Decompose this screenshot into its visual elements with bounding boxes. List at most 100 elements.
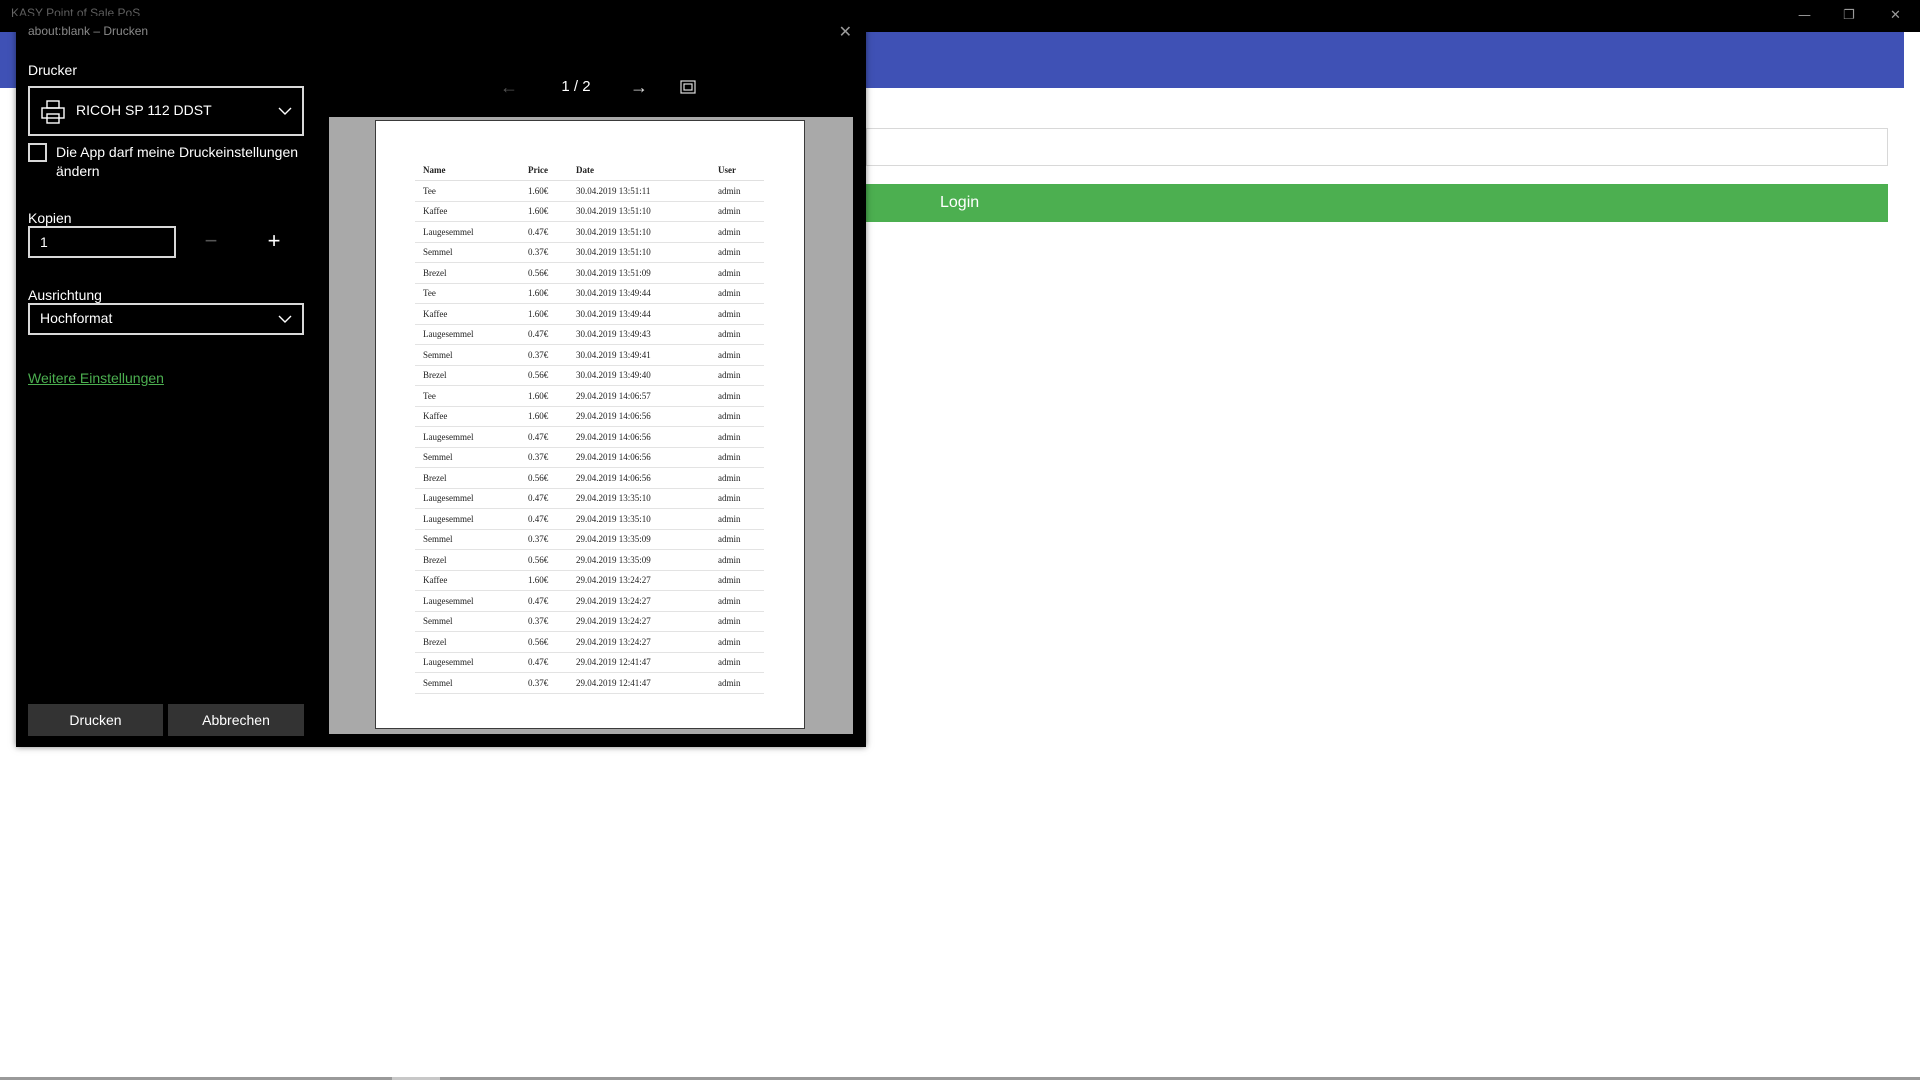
table-row: Semmel 0.37€ 29.04.2019 14:06:56 admin xyxy=(415,447,764,468)
table-cell: admin xyxy=(710,672,764,694)
table-cell: Kaffee xyxy=(415,570,520,591)
page-indicator: 1 / 2 xyxy=(561,78,591,95)
table-cell: 30.04.2019 13:51:11 xyxy=(568,180,710,202)
table-cell: 1.60€ xyxy=(520,303,568,325)
print-button[interactable]: Drucken xyxy=(28,704,163,736)
table-cell: Brezel xyxy=(415,549,520,571)
table-cell: 30.04.2019 13:49:44 xyxy=(568,283,710,304)
table-cell: 29.04.2019 13:24:27 xyxy=(568,590,710,612)
table-cell: admin xyxy=(710,262,764,284)
table-cell: admin xyxy=(710,221,764,243)
preview-page: Name Price Date User Tee 1.60€ 30.04.2019 … xyxy=(375,120,805,729)
table-cell: admin xyxy=(710,611,764,632)
allow-settings-checkbox[interactable] xyxy=(28,143,47,162)
table-cell: 0.47€ xyxy=(520,221,568,243)
table-row: Laugesemmel 0.47€ 29.04.2019 13:35:10 admin xyxy=(415,488,764,509)
table-cell: admin xyxy=(710,180,764,202)
table-cell: 30.04.2019 13:49:40 xyxy=(568,365,710,386)
table-row: Brezel 0.56€ 29.04.2019 14:06:56 admin xyxy=(415,467,764,489)
table-row: Brezel 0.56€ 30.04.2019 13:49:40 admin xyxy=(415,365,764,386)
table-row: Semmel 0.37€ 29.04.2019 13:35:09 admin xyxy=(415,529,764,550)
table-cell: Brezel xyxy=(415,631,520,653)
table-cell: admin xyxy=(710,385,764,407)
table-row: Laugesemmel 0.47€ 30.04.2019 13:51:10 admin xyxy=(415,221,764,243)
table-cell: admin xyxy=(710,324,764,345)
table-cell: Brezel xyxy=(415,365,520,386)
table-cell: Semmel xyxy=(415,529,520,550)
table-cell: 1.60€ xyxy=(520,406,568,427)
table-cell: Semmel xyxy=(415,242,520,263)
page-navigator: ← 1 / 2 → xyxy=(500,76,750,100)
table-cell: 29.04.2019 13:35:09 xyxy=(568,549,710,571)
table-cell: 30.04.2019 13:49:41 xyxy=(568,344,710,366)
table-cell: Kaffee xyxy=(415,406,520,427)
table-cell: Brezel xyxy=(415,262,520,284)
login-input[interactable] xyxy=(866,128,1888,166)
table-cell: Laugesemmel xyxy=(415,652,520,673)
table-row: Semmel 0.37€ 29.04.2019 13:24:27 admin xyxy=(415,611,764,632)
close-icon[interactable]: ✕ xyxy=(839,22,852,42)
cancel-button[interactable]: Abbrechen xyxy=(168,704,304,736)
table-row: Kaffee 1.60€ 30.04.2019 13:49:44 admin xyxy=(415,303,764,325)
table-cell: admin xyxy=(710,406,764,427)
table-row: Semmel 0.37€ 29.04.2019 12:41:47 admin xyxy=(415,672,764,694)
table-cell: 29.04.2019 14:06:57 xyxy=(568,385,710,407)
table-cell: Laugesemmel xyxy=(415,324,520,345)
table-cell: 0.56€ xyxy=(520,467,568,489)
column-header: User xyxy=(710,160,764,181)
table-header-row: Name Price Date User xyxy=(415,160,764,181)
orientation-label: Ausrichtung xyxy=(28,287,102,303)
decrement-button[interactable]: − xyxy=(196,227,226,257)
table-row: Tee 1.60€ 30.04.2019 13:49:44 admin xyxy=(415,283,764,304)
table-cell: 0.37€ xyxy=(520,344,568,366)
table-cell: admin xyxy=(710,283,764,304)
table-cell: 0.37€ xyxy=(520,672,568,694)
table-row: Tee 1.60€ 29.04.2019 14:06:57 admin xyxy=(415,385,764,407)
printer-select[interactable]: RICOH SP 112 DDST xyxy=(28,86,304,136)
table-cell: 0.56€ xyxy=(520,262,568,284)
table-cell: admin xyxy=(710,549,764,571)
orientation-select[interactable]: Hochformat xyxy=(28,303,304,335)
table-cell: 30.04.2019 13:49:43 xyxy=(568,324,710,345)
fit-page-icon[interactable] xyxy=(680,80,696,94)
column-header: Date xyxy=(568,160,710,181)
table-row: Laugesemmel 0.47€ 29.04.2019 13:24:27 admin xyxy=(415,590,764,612)
orientation-value: Hochformat xyxy=(40,310,113,326)
table-cell: 0.37€ xyxy=(520,611,568,632)
table-cell: 30.04.2019 13:51:09 xyxy=(568,262,710,284)
table-row: Laugesemmel 0.47€ 29.04.2019 13:35:10 admin xyxy=(415,508,764,530)
table-row: Brezel 0.56€ 30.04.2019 13:51:09 admin xyxy=(415,262,764,284)
table-cell: 30.04.2019 13:51:10 xyxy=(568,242,710,263)
copies-label: Kopien xyxy=(28,210,72,226)
arrow-right-icon[interactable]: → xyxy=(630,76,648,98)
table-row: Tee 1.60€ 30.04.2019 13:51:11 admin xyxy=(415,180,764,202)
table-cell: 29.04.2019 14:06:56 xyxy=(568,406,710,427)
window-close-icon[interactable]: ✕ xyxy=(1890,8,1901,24)
more-settings-link[interactable]: Weitere Einstellungen xyxy=(28,370,164,386)
table-row: Semmel 0.37€ 30.04.2019 13:51:10 admin xyxy=(415,242,764,263)
table-cell: admin xyxy=(710,447,764,468)
table-row: Laugesemmel 0.47€ 29.04.2019 12:41:47 admin xyxy=(415,652,764,673)
increment-button[interactable]: + xyxy=(259,227,289,257)
table-cell: 1.60€ xyxy=(520,283,568,304)
table-cell: 29.04.2019 13:24:27 xyxy=(568,631,710,653)
table-row: Brezel 0.56€ 29.04.2019 13:35:09 admin xyxy=(415,549,764,571)
minimize-icon[interactable]: — xyxy=(1798,8,1811,24)
table-cell: Laugesemmel xyxy=(415,221,520,243)
restore-icon[interactable]: ❐ xyxy=(1843,8,1855,24)
table-cell: admin xyxy=(710,201,764,222)
table-cell: 1.60€ xyxy=(520,385,568,407)
chevron-down-icon xyxy=(278,315,292,323)
table-cell: 1.60€ xyxy=(520,570,568,591)
table-cell: admin xyxy=(710,652,764,673)
column-header: Name xyxy=(415,160,520,181)
table-cell: admin xyxy=(710,365,764,386)
checkbox-label: Die App darf meine Druckeinstellungen än… xyxy=(56,144,299,179)
table-cell: admin xyxy=(710,344,764,366)
login-button[interactable]: Login xyxy=(866,184,1888,222)
table-cell: Tee xyxy=(415,385,520,407)
table-cell: 29.04.2019 13:24:27 xyxy=(568,611,710,632)
table-cell: 0.56€ xyxy=(520,549,568,571)
copies-input[interactable] xyxy=(28,226,176,258)
arrow-left-icon[interactable]: ← xyxy=(500,76,518,98)
